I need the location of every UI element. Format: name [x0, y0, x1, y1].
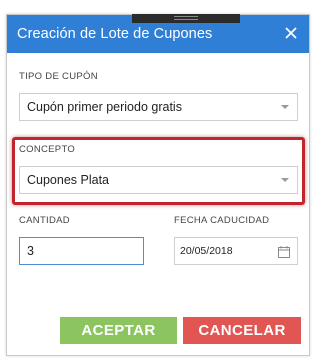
- accept-button[interactable]: ACEPTAR: [60, 317, 177, 344]
- coupon-type-label: TIPO DE CUPÓN: [19, 71, 98, 82]
- dialog-title: Creación de Lote de Cupones: [17, 26, 213, 42]
- close-icon[interactable]: [283, 25, 299, 41]
- coupon-type-select[interactable]: Cupón primer periodo gratis: [19, 93, 298, 121]
- expiry-date-label: FECHA CADUCIDAD: [174, 215, 270, 226]
- expiry-date-field[interactable]: 20/05/2018: [174, 237, 298, 265]
- concept-label: CONCEPTO: [19, 144, 76, 155]
- concept-select[interactable]: Cupones Plata: [19, 166, 298, 194]
- coupon-batch-dialog: Creación de Lote de Cupones TIPO DE CUPÓ…: [6, 14, 310, 356]
- chevron-down-icon: [281, 105, 289, 109]
- drag-handle[interactable]: [132, 14, 240, 23]
- concept-value: Cupones Plata: [27, 173, 110, 187]
- drag-handle-icon: [174, 16, 198, 20]
- chevron-down-icon: [281, 178, 289, 182]
- quantity-field[interactable]: 3: [19, 237, 144, 265]
- quantity-value: 3: [27, 244, 34, 258]
- coupon-type-value: Cupón primer periodo gratis: [27, 100, 182, 114]
- calendar-icon[interactable]: [278, 245, 290, 258]
- cancel-button[interactable]: CANCELAR: [183, 317, 301, 344]
- expiry-date-value: 20/05/2018: [180, 245, 233, 257]
- quantity-label: CANTIDAD: [19, 215, 70, 226]
